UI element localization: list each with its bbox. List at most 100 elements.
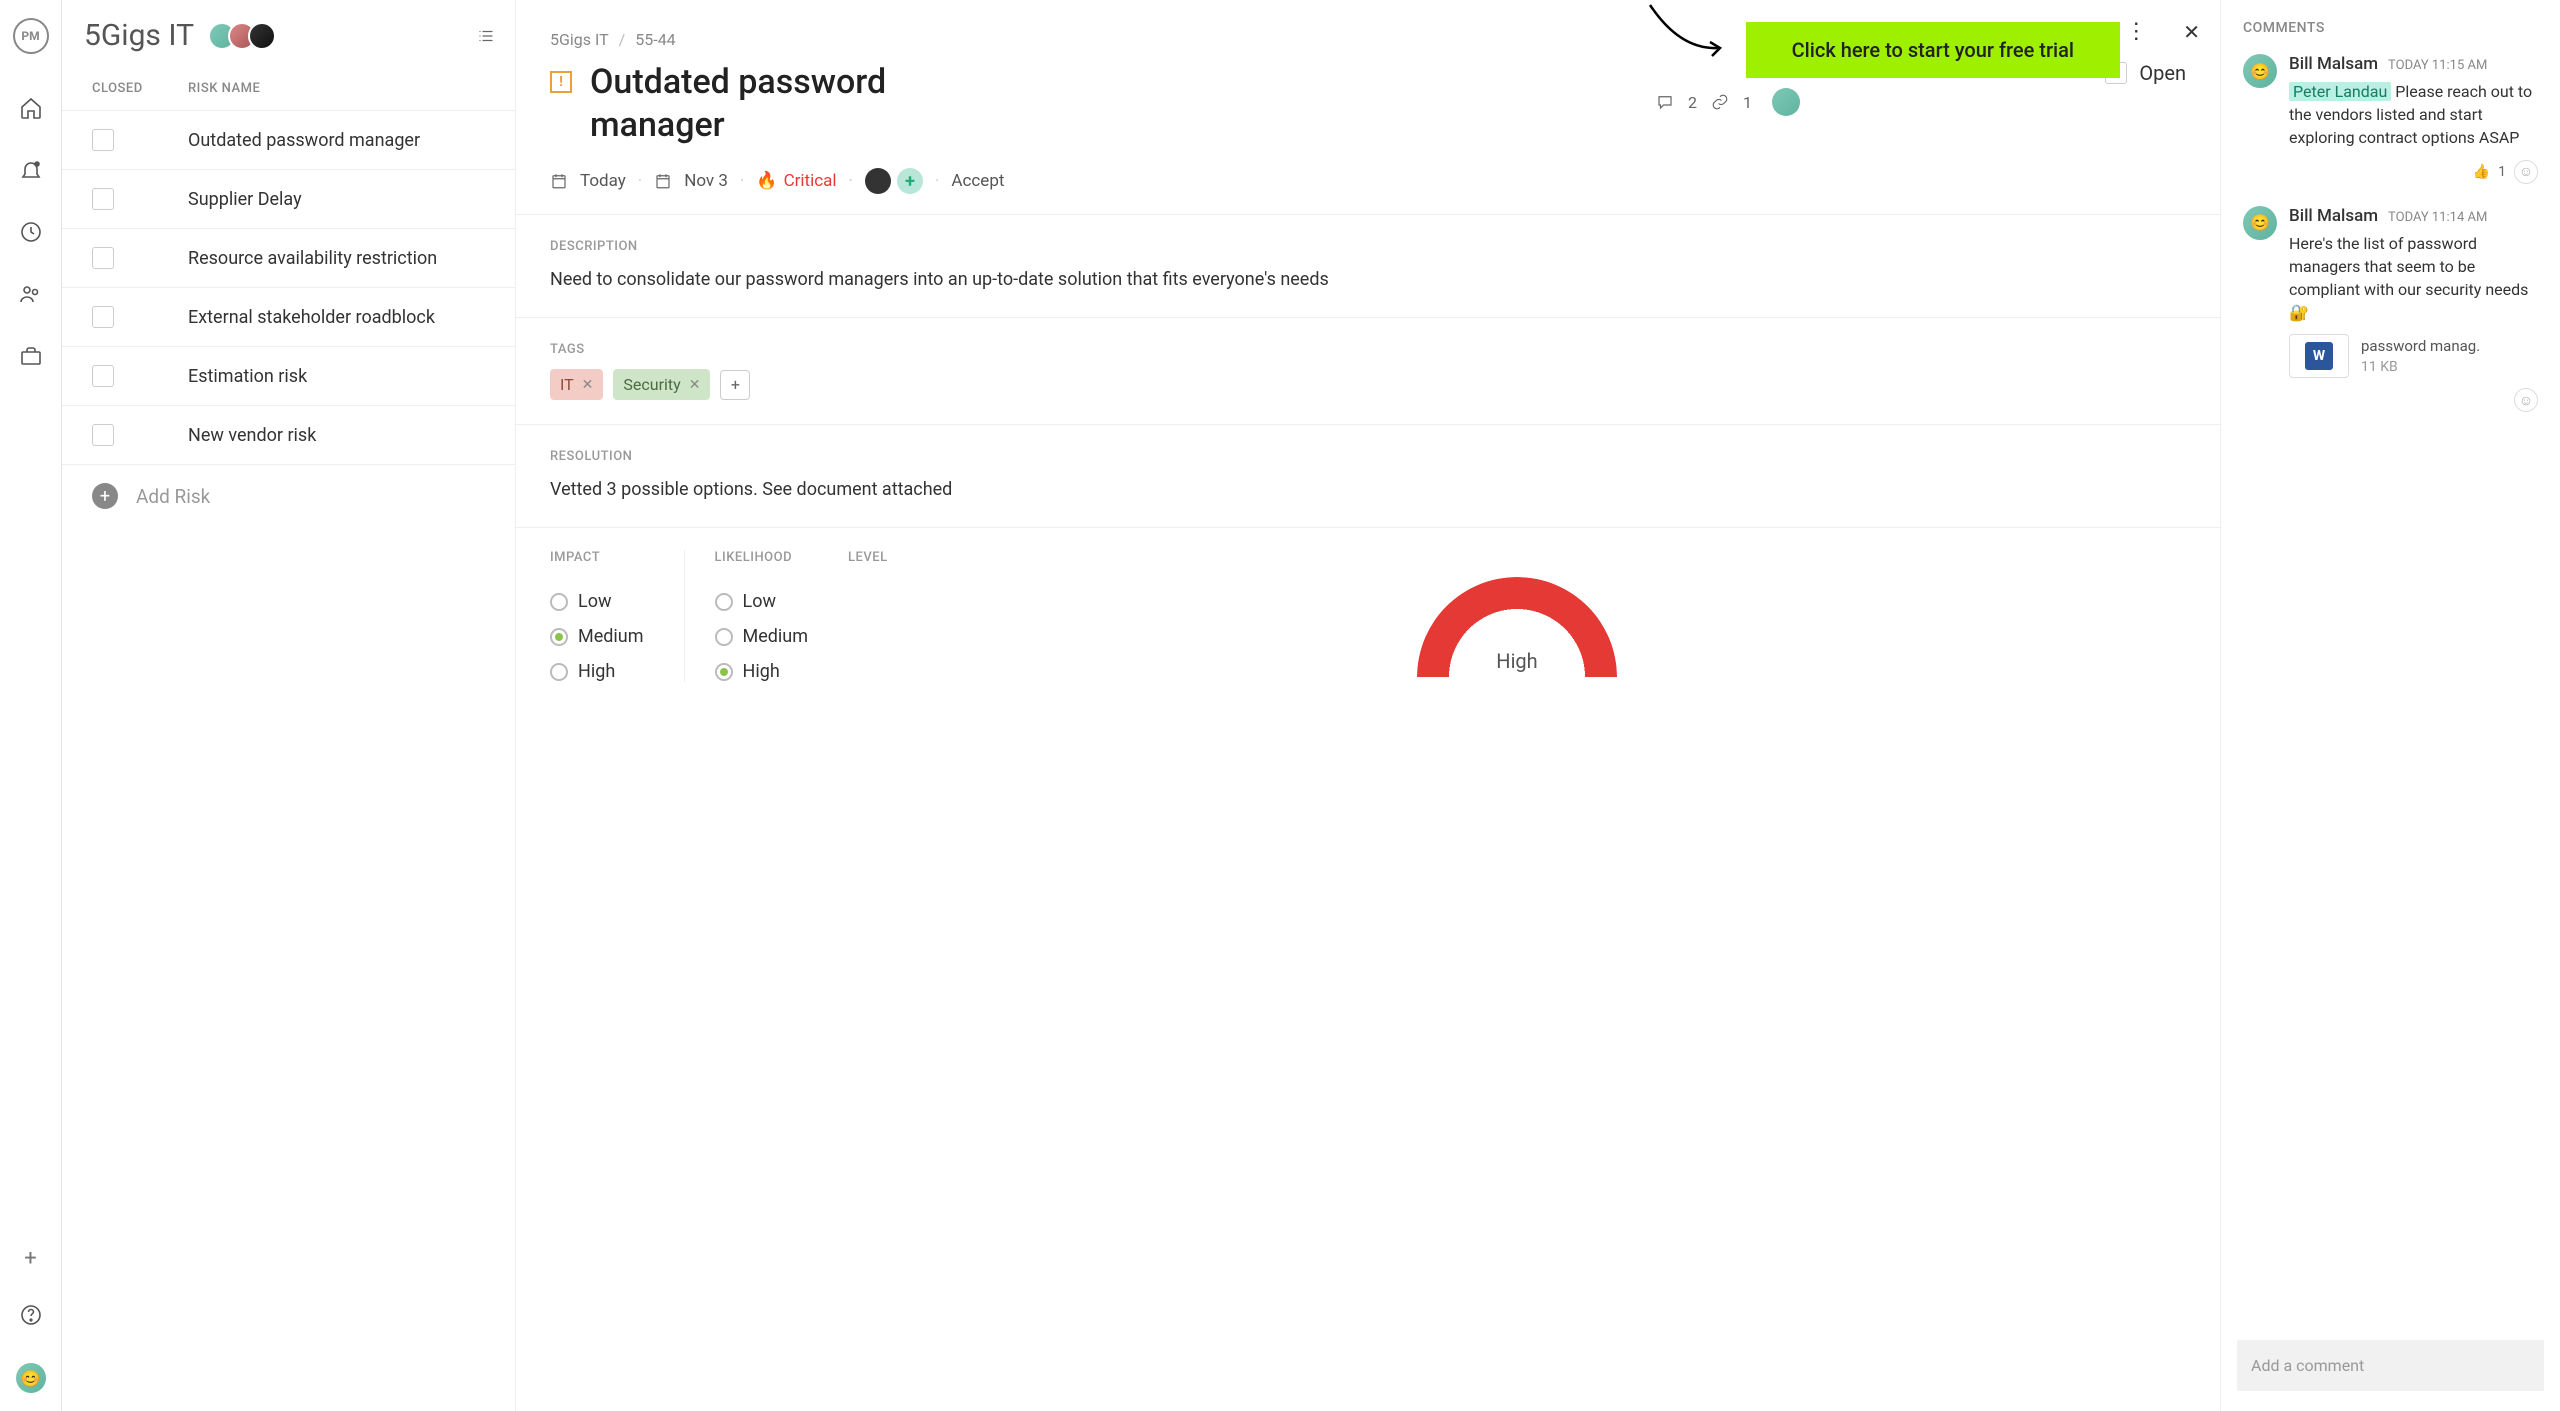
briefcase-icon[interactable] bbox=[19, 344, 43, 372]
project-title: 5Gigs IT bbox=[84, 18, 194, 53]
close-checkbox[interactable] bbox=[92, 365, 114, 387]
add-risk-button[interactable]: + Add Risk bbox=[62, 465, 515, 527]
likelihood-high[interactable]: High bbox=[715, 661, 809, 682]
likelihood-medium[interactable]: Medium bbox=[715, 626, 809, 647]
close-icon[interactable]: ✕ bbox=[2183, 20, 2200, 44]
comment-avatar[interactable] bbox=[2243, 54, 2277, 88]
word-doc-icon: W bbox=[2289, 334, 2349, 378]
comment-item: Bill Malsam TODAY 11:14 AM Here's the li… bbox=[2221, 206, 2560, 435]
risk-row[interactable]: Resource availability restriction bbox=[62, 228, 515, 287]
flame-icon: 🔥 bbox=[756, 171, 777, 191]
risk-name: External stakeholder roadblock bbox=[188, 307, 435, 328]
risk-detail-panel: Click here to start your free trial ⋮ ✕ … bbox=[516, 0, 2220, 1411]
likelihood-label: LIKELIHOOD bbox=[715, 550, 809, 565]
risk-name: Supplier Delay bbox=[188, 189, 302, 210]
priority-field[interactable]: 🔥 Critical bbox=[756, 171, 836, 191]
free-trial-cta[interactable]: Click here to start your free trial bbox=[1746, 22, 2120, 78]
close-checkbox[interactable] bbox=[92, 247, 114, 269]
resolution-label: RESOLUTION bbox=[550, 449, 2186, 464]
add-icon[interactable]: + bbox=[24, 1246, 36, 1271]
risk-row[interactable]: New vendor risk bbox=[62, 405, 515, 465]
risk-name: New vendor risk bbox=[188, 425, 316, 446]
comment-author[interactable]: Bill Malsam bbox=[2289, 54, 2378, 74]
project-members[interactable] bbox=[216, 22, 276, 50]
tag-chip[interactable]: IT✕ bbox=[550, 369, 603, 400]
detail-counts: 2 1 bbox=[1656, 88, 1800, 116]
resolution-text[interactable]: Vetted 3 possible options. See document … bbox=[550, 476, 2186, 503]
description-label: DESCRIPTION bbox=[550, 239, 2186, 254]
risk-row[interactable]: External stakeholder roadblock bbox=[62, 287, 515, 346]
comments-panel: COMMENTS Bill Malsam TODAY 11:15 AM Pete… bbox=[2220, 0, 2560, 1411]
column-name: RISK NAME bbox=[188, 81, 260, 96]
attachment-size: 11 KB bbox=[2361, 359, 2480, 375]
column-closed: CLOSED bbox=[92, 81, 188, 96]
more-menu-icon[interactable]: ⋮ bbox=[2125, 21, 2147, 43]
tags-label: TAGS bbox=[550, 342, 2186, 357]
level-label: LEVEL bbox=[848, 550, 888, 565]
link-icon bbox=[1711, 93, 1729, 111]
add-reaction-icon[interactable]: ☺ bbox=[2514, 388, 2538, 412]
comments-header: COMMENTS bbox=[2221, 20, 2560, 54]
risk-row[interactable]: Supplier Delay bbox=[62, 169, 515, 228]
risk-meta: Today · Nov 3 · 🔥 Critical · + · Accept bbox=[550, 168, 2186, 194]
close-checkbox[interactable] bbox=[92, 306, 114, 328]
comment-item: Bill Malsam TODAY 11:15 AM Peter Landau … bbox=[2221, 54, 2560, 206]
add-tag-button[interactable]: + bbox=[720, 370, 750, 400]
nav-rail: PM + bbox=[0, 0, 62, 1411]
comment-icon bbox=[1656, 93, 1674, 111]
tag-chip[interactable]: Security✕ bbox=[613, 369, 710, 400]
remove-tag-icon[interactable]: ✕ bbox=[582, 377, 594, 393]
risk-name: Estimation risk bbox=[188, 366, 307, 387]
plus-icon: + bbox=[92, 483, 118, 509]
owner-avatar[interactable] bbox=[1772, 88, 1800, 116]
mention[interactable]: Peter Landau bbox=[2289, 82, 2391, 101]
comment-reactions[interactable]: 👍 1 ☺ bbox=[2289, 160, 2538, 184]
risk-row[interactable]: Estimation risk bbox=[62, 346, 515, 405]
remove-tag-icon[interactable]: ✕ bbox=[689, 377, 701, 393]
comment-author[interactable]: Bill Malsam bbox=[2289, 206, 2378, 226]
risk-title[interactable]: Outdated password manager bbox=[590, 61, 970, 146]
close-checkbox[interactable] bbox=[92, 129, 114, 151]
assignees[interactable]: + bbox=[865, 168, 923, 194]
likelihood-low[interactable]: Low bbox=[715, 591, 809, 612]
bell-icon[interactable] bbox=[19, 158, 43, 186]
comment-reactions[interactable]: ☺ bbox=[2289, 388, 2538, 412]
impact-high[interactable]: High bbox=[550, 661, 644, 682]
comment-text: Here's the list of password managers tha… bbox=[2289, 232, 2538, 325]
warning-icon: ! bbox=[550, 71, 572, 93]
comment-time: TODAY 11:15 AM bbox=[2388, 58, 2487, 73]
add-reaction-icon[interactable]: ☺ bbox=[2514, 160, 2538, 184]
list-view-icon[interactable] bbox=[477, 26, 495, 46]
risk-row[interactable]: Outdated password manager bbox=[62, 110, 515, 169]
comment-text: Peter Landau Please reach out to the ven… bbox=[2289, 80, 2538, 150]
impact-low[interactable]: Low bbox=[550, 591, 644, 612]
risk-list-panel: 5Gigs IT CLOSED RISK NAME Outdated passw… bbox=[62, 0, 516, 1411]
comment-time: TODAY 11:14 AM bbox=[2388, 210, 2487, 225]
thumbs-up-icon[interactable]: 👍 bbox=[2473, 164, 2490, 180]
people-icon[interactable] bbox=[19, 282, 43, 310]
help-icon[interactable] bbox=[19, 1303, 43, 1331]
calendar-icon bbox=[654, 172, 672, 190]
close-checkbox[interactable] bbox=[92, 188, 114, 210]
user-avatar[interactable] bbox=[16, 1363, 46, 1393]
response-field[interactable]: Accept bbox=[951, 171, 1004, 191]
level-gauge: High bbox=[1417, 577, 1617, 677]
due-date[interactable]: Nov 3 bbox=[684, 171, 728, 191]
cta-arrow-icon bbox=[1640, 0, 1730, 70]
close-checkbox[interactable] bbox=[92, 424, 114, 446]
assignee-avatar bbox=[865, 168, 891, 194]
calendar-icon bbox=[550, 172, 568, 190]
impact-label: IMPACT bbox=[550, 550, 644, 565]
home-icon[interactable] bbox=[19, 96, 43, 124]
comment-avatar[interactable] bbox=[2243, 206, 2277, 240]
description-text[interactable]: Need to consolidate our password manager… bbox=[550, 266, 2186, 293]
risk-name: Resource availability restriction bbox=[188, 248, 437, 269]
attachment-name: password manag. bbox=[2361, 337, 2480, 355]
comment-attachment[interactable]: W password manag. 11 KB bbox=[2289, 334, 2538, 378]
app-logo[interactable]: PM bbox=[13, 18, 49, 54]
created-date[interactable]: Today bbox=[580, 171, 626, 191]
clock-icon[interactable] bbox=[19, 220, 43, 248]
add-assignee-icon[interactable]: + bbox=[897, 168, 923, 194]
impact-medium[interactable]: Medium bbox=[550, 626, 644, 647]
add-comment-input[interactable]: Add a comment bbox=[2237, 1340, 2544, 1391]
